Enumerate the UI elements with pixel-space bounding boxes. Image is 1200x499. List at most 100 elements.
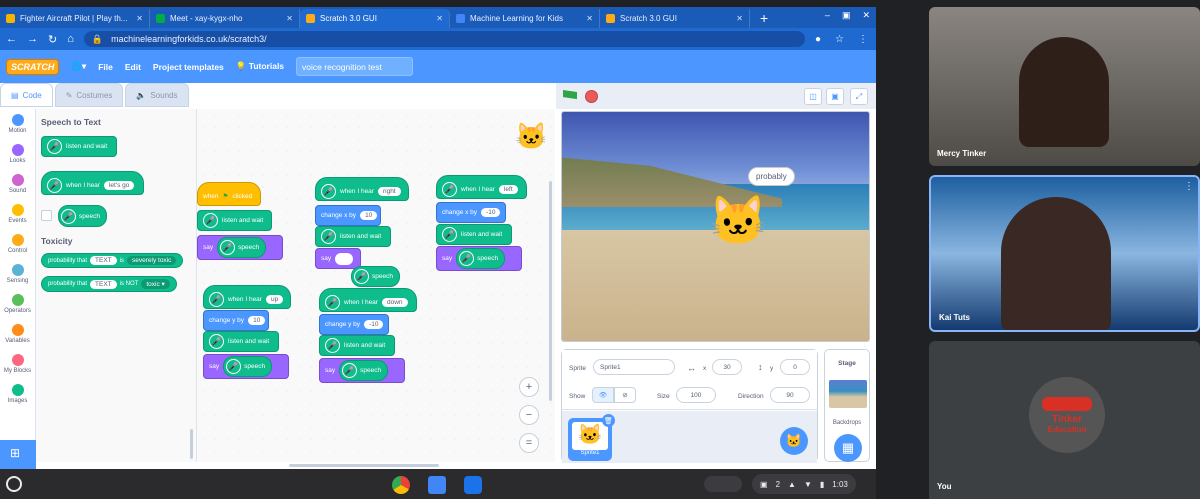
category-variables[interactable]: Variables xyxy=(0,319,35,349)
scratch-logo[interactable]: SCRATCH xyxy=(6,58,60,75)
speech-reporter[interactable]: 🎤 speech xyxy=(223,356,273,377)
close-tab-icon[interactable]: ✕ xyxy=(436,14,443,23)
listen-and-wait-block[interactable]: 🎤 listen and wait xyxy=(197,210,272,231)
close-icon[interactable]: ✕ xyxy=(862,10,870,21)
code-workspace[interactable]: 🐱 when ⚑ clicked 🎤 listen and wait say 🎤 spee… xyxy=(197,109,555,467)
camera-icon[interactable]: ● xyxy=(815,34,821,45)
small-stage-button[interactable]: ◫ xyxy=(804,88,822,105)
when-hear-down-block[interactable]: 🎤 when I hear down xyxy=(319,288,417,312)
browser-tab[interactable]: Scratch 3.0 GUI ✕ xyxy=(300,9,450,28)
phrase-input[interactable]: let's go xyxy=(103,180,135,190)
forward-icon[interactable]: → xyxy=(27,33,38,45)
star-icon[interactable]: ☆ xyxy=(835,34,844,45)
show-visible-toggle[interactable]: 👁 xyxy=(592,387,614,403)
category-images[interactable]: Images xyxy=(0,379,35,409)
tab-costumes[interactable]: ✎ Costumes xyxy=(54,83,124,107)
workspace-vertical-scrollbar[interactable] xyxy=(549,181,552,401)
say-block[interactable]: say xyxy=(315,248,361,269)
extension-button[interactable]: ⊞ xyxy=(0,440,36,469)
palette-scrollbar[interactable] xyxy=(190,429,193,459)
zoom-out-button[interactable]: − xyxy=(519,405,539,425)
number-input[interactable]: -10 xyxy=(481,208,501,217)
zoom-in-button[interactable]: + xyxy=(519,377,539,397)
stage-selector[interactable]: Stage Backdrops ▦ xyxy=(824,349,870,462)
restore-icon[interactable]: ▣ xyxy=(842,10,851,21)
large-stage-button[interactable]: ▣ xyxy=(826,88,844,105)
size-input[interactable]: 100 xyxy=(676,387,716,403)
close-tab-icon[interactable]: ✕ xyxy=(736,14,743,23)
backdrop-thumbnail[interactable] xyxy=(829,380,867,408)
speech-reporter[interactable]: 🎤 speech xyxy=(456,248,506,269)
participant-tile-you[interactable]: Tinker Education You xyxy=(929,341,1200,499)
text-input[interactable]: TEXT xyxy=(90,279,117,289)
browser-tab[interactable]: Fighter Aircraft Pilot | Play th... ✕ xyxy=(0,9,150,28)
files-icon[interactable] xyxy=(428,476,446,494)
monitor-checkbox[interactable] xyxy=(41,210,52,221)
reload-icon[interactable]: ↻ xyxy=(48,33,57,46)
workspace-scrollbar[interactable] xyxy=(289,464,439,467)
menu-icon[interactable]: ⋮ xyxy=(858,34,868,45)
fullscreen-button[interactable]: ⤢ xyxy=(850,88,868,105)
change-y-block[interactable]: change y by 10 xyxy=(203,310,269,331)
category-sensing[interactable]: Sensing xyxy=(0,259,35,289)
when-flag-clicked-block[interactable]: when ⚑ clicked xyxy=(197,182,261,206)
minimize-icon[interactable]: – xyxy=(825,10,830,21)
tab-code[interactable]: ▤ Code xyxy=(0,83,53,107)
phrase-input[interactable]: down xyxy=(381,297,408,307)
category-operators[interactable]: Operators xyxy=(0,289,35,319)
category-sound[interactable]: Sound xyxy=(0,169,35,199)
change-x-block[interactable]: change x by -10 xyxy=(436,202,506,223)
palette-reporter-not-toxic[interactable]: probability that TEXT is NOT toxic ▾ xyxy=(41,276,177,292)
browser-tab[interactable]: Machine Learning for Kids ✕ xyxy=(450,9,600,28)
chrome-icon[interactable] xyxy=(392,476,410,494)
close-tab-icon[interactable]: ✕ xyxy=(136,14,143,23)
change-x-block[interactable]: change x by 10 xyxy=(315,205,381,226)
phrase-input[interactable]: up xyxy=(265,294,284,304)
say-block[interactable]: say 🎤 speech xyxy=(203,354,289,379)
more-options-icon[interactable]: ⋮ xyxy=(1184,181,1194,192)
palette-reporter-severely-toxic[interactable]: probability that TEXT is severely toxic xyxy=(41,253,184,268)
project-templates-menu[interactable]: Project templates xyxy=(153,62,224,72)
close-tab-icon[interactable]: ✕ xyxy=(586,14,593,23)
file-menu[interactable]: File xyxy=(98,62,113,72)
x-input[interactable]: 30 xyxy=(712,359,742,375)
listen-and-wait-block[interactable]: 🎤 listen and wait xyxy=(315,226,391,247)
when-hear-up-block[interactable]: 🎤 when I hear up xyxy=(203,285,291,309)
listen-and-wait-block[interactable]: 🎤 listen and wait xyxy=(203,331,279,352)
globe-icon[interactable]: 🌐▾ xyxy=(71,61,86,72)
zoom-reset-button[interactable]: = xyxy=(519,433,539,453)
stage-canvas[interactable]: probably 🐱 xyxy=(561,111,870,342)
phrase-input[interactable]: right xyxy=(377,186,401,196)
palette-block-when-hear[interactable]: 🎤 when I hear let's go xyxy=(41,171,144,195)
speech-reporter[interactable]: 🎤 speech xyxy=(339,360,389,381)
participant-tile-kai[interactable]: Kai Tuts ⋮ xyxy=(929,175,1200,332)
home-icon[interactable]: ⌂ xyxy=(67,33,74,45)
direction-input[interactable]: 90 xyxy=(770,387,810,403)
category-looks[interactable]: Looks xyxy=(0,139,35,169)
listen-and-wait-block[interactable]: 🎤 listen and wait xyxy=(436,224,512,245)
speech-reporter[interactable]: 🎤 speech xyxy=(217,237,267,258)
project-name-input[interactable]: voice recognition test xyxy=(296,57,414,76)
category-events[interactable]: Events xyxy=(0,199,35,229)
add-sprite-button[interactable]: 🐱 xyxy=(780,427,808,455)
number-input[interactable]: -10 xyxy=(364,320,384,329)
launcher-icon[interactable] xyxy=(6,476,22,492)
camera-app-icon[interactable] xyxy=(464,476,482,494)
category-motion[interactable]: Motion xyxy=(0,109,35,139)
category-my-blocks[interactable]: My Blocks xyxy=(0,349,35,379)
browser-tab[interactable]: Meet - xay-kygx-nho ✕ xyxy=(150,9,300,28)
stop-button[interactable] xyxy=(585,90,598,103)
text-input[interactable] xyxy=(335,252,354,265)
toxicity-dropdown[interactable]: severely toxic xyxy=(127,256,177,265)
palette-block-listen[interactable]: 🎤 listen and wait xyxy=(41,136,117,157)
y-input[interactable]: 0 xyxy=(780,359,810,375)
tutorials-menu[interactable]: 💡 Tutorials xyxy=(236,61,284,72)
url-field[interactable]: 🔒 machinelearningforkids.co.uk/scratch3/ xyxy=(83,31,805,47)
when-hear-right-block[interactable]: 🎤 when I hear right xyxy=(315,177,409,201)
tab-sounds[interactable]: 🔈 Sounds xyxy=(125,83,189,107)
holding-space-icon[interactable] xyxy=(704,476,742,492)
browser-tab[interactable]: Scratch 3.0 GUI ✕ xyxy=(600,9,750,28)
close-tab-icon[interactable]: ✕ xyxy=(286,14,293,23)
number-input[interactable]: 10 xyxy=(360,211,378,220)
sprite-name-input[interactable]: Sprite1 xyxy=(593,359,675,375)
